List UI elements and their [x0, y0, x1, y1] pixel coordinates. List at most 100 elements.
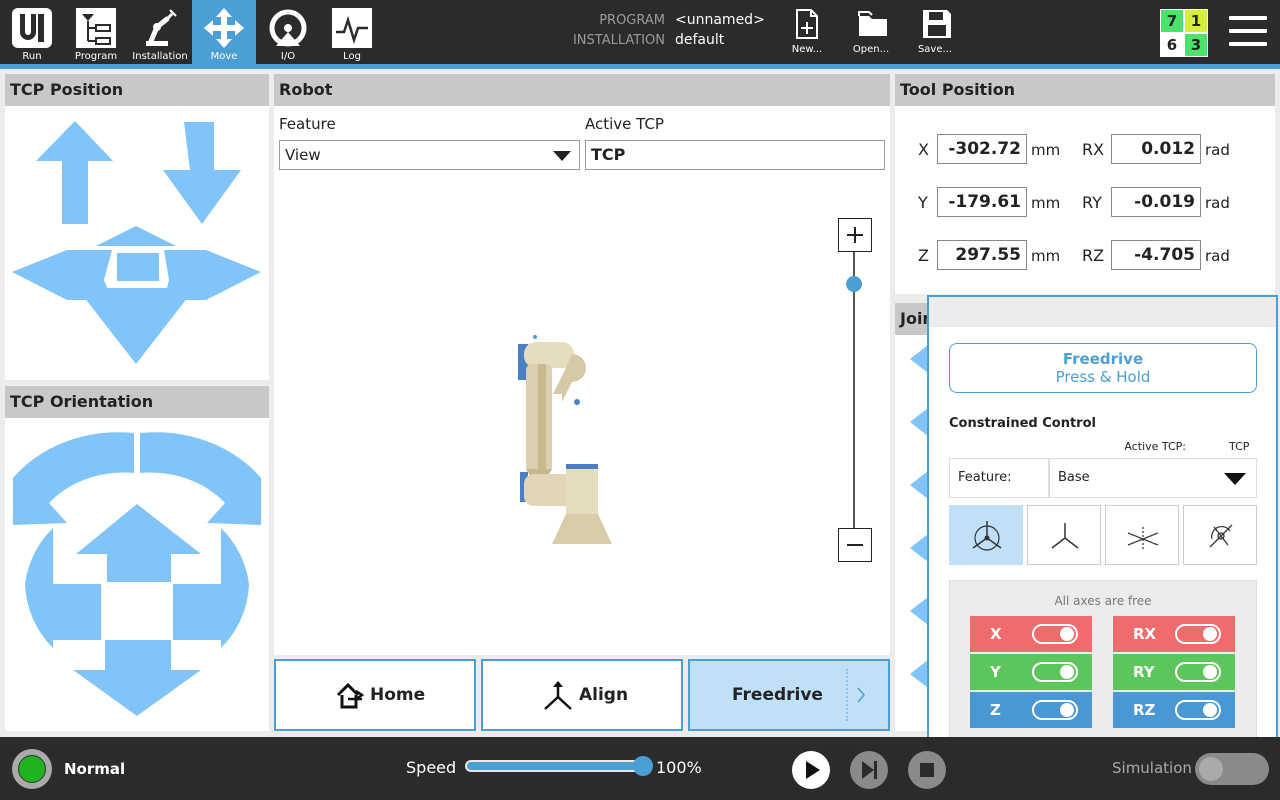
tcp-down-arrow-icon[interactable]: [163, 122, 241, 224]
joint-left-arrow-icon[interactable]: [910, 408, 928, 436]
x-unit: mm: [1031, 141, 1061, 159]
mode-free-button[interactable]: [949, 505, 1023, 565]
io-status-indicator[interactable]: 7 1 6 3: [1160, 9, 1208, 57]
axis-toggle-rz[interactable]: [1175, 700, 1221, 720]
nav-io-label: I/O: [280, 51, 296, 62]
rz-value-field[interactable]: -4.705: [1111, 240, 1201, 270]
axis-toggle-y[interactable]: [1032, 662, 1078, 682]
freedrive-subtitle: Press & Hold: [1055, 368, 1151, 386]
nav-installation[interactable]: Installation: [128, 0, 192, 64]
tcp-right-arrow-icon[interactable]: [164, 250, 261, 300]
axis-row-y: Y: [970, 654, 1092, 690]
status-indicator-button[interactable]: [12, 749, 52, 789]
axis-toggle-rx[interactable]: [1175, 624, 1221, 644]
minus-icon: [847, 544, 863, 546]
step-button[interactable]: [850, 751, 888, 789]
nav-io[interactable]: I/O: [256, 0, 320, 64]
nav-log[interactable]: Log: [320, 0, 384, 64]
translation-axes-icon: [1127, 527, 1159, 549]
simulation-toggle[interactable]: [1195, 753, 1269, 785]
stop-button[interactable]: [908, 751, 946, 789]
toggle-knob: [1060, 703, 1074, 717]
y-value-field[interactable]: -179.61: [937, 187, 1027, 217]
rz-label: RZ: [1082, 246, 1105, 265]
ry-value-field[interactable]: -0.019: [1111, 187, 1201, 217]
toggle-knob: [1060, 665, 1074, 679]
zoom-out-button[interactable]: [838, 528, 872, 562]
nav-run[interactable]: Run: [0, 0, 64, 64]
nav-run-label: Run: [22, 51, 42, 62]
x-value-field[interactable]: -302.72: [937, 134, 1027, 164]
top-navigation-bar: Run Program Installation Move I/O Log PR…: [0, 0, 1280, 64]
tcp-position-jog-pad: [12, 121, 261, 364]
joint-left-arrow-icon[interactable]: [910, 660, 928, 688]
popup-feature-dropdown[interactable]: Base: [1049, 458, 1257, 498]
nav-move[interactable]: Move: [192, 0, 256, 64]
z-value-field[interactable]: 297.55: [937, 240, 1027, 270]
io-cell: 6: [1161, 34, 1183, 56]
axis-row-x: X: [970, 616, 1092, 652]
freedrive-press-hold-button[interactable]: Freedrive Press & Hold: [949, 343, 1257, 393]
popup-feature-label: Feature:: [949, 458, 1049, 498]
tilt-forward-arrow-icon[interactable]: [76, 504, 201, 582]
zoom-slider-handle[interactable]: [846, 275, 862, 292]
mode-rotation-button[interactable]: [1183, 505, 1257, 565]
joint-left-arrow-icon[interactable]: [910, 597, 928, 625]
axis-row-rz: RZ: [1113, 692, 1235, 728]
y-label: Y: [918, 193, 928, 212]
hamburger-menu-icon: [1229, 16, 1267, 20]
rx-value-field[interactable]: 0.012: [1111, 134, 1201, 164]
align-button[interactable]: Align: [481, 659, 683, 731]
freedrive-button-label: Freedrive: [732, 685, 823, 705]
simulation-label: Simulation: [1112, 759, 1192, 777]
play-button[interactable]: [792, 751, 830, 789]
mode-plane-button[interactable]: [1027, 505, 1101, 565]
joint-left-arrow-icon[interactable]: [910, 534, 928, 562]
robot-3d-view[interactable]: [504, 324, 624, 544]
tilt-backward-arrow-icon[interactable]: [73, 640, 201, 716]
joint-left-arrow-icon[interactable]: [910, 345, 928, 373]
nav-log-label: Log: [343, 51, 361, 62]
active-tcp-field[interactable]: TCP: [585, 140, 885, 170]
popup-active-tcp-label: Active TCP:: [1124, 440, 1186, 453]
mode-translation-button[interactable]: [1105, 505, 1179, 565]
feature-dropdown[interactable]: View: [279, 140, 580, 170]
chevron-right-icon: [857, 687, 865, 703]
toggle-knob: [1203, 665, 1217, 679]
installation-label: INSTALLATION: [572, 33, 665, 48]
nav-program[interactable]: Program: [64, 0, 128, 64]
bottom-status-bar: Normal Speed 100% Simulation: [0, 737, 1280, 800]
ry-label: RY: [1082, 193, 1102, 212]
axis-toggle-z[interactable]: [1032, 700, 1078, 720]
axis-toggle-ry[interactable]: [1175, 662, 1221, 682]
speed-slider-track[interactable]: [465, 760, 645, 772]
program-tree-icon: [76, 8, 116, 48]
tcp-forward-arrow-icon[interactable]: [96, 226, 176, 246]
freedrive-button[interactable]: Freedrive: [688, 659, 890, 731]
rotate-ccw-arrow-icon[interactable]: [13, 432, 134, 525]
robot-status-text: Normal: [64, 760, 126, 778]
zoom-slider-track[interactable]: [853, 252, 855, 528]
axis-row-rx: RX: [1113, 616, 1235, 652]
axis-label: X: [990, 625, 1002, 643]
hamburger-menu-button[interactable]: [1224, 12, 1272, 52]
popup-feature-value: Base: [1058, 470, 1090, 485]
new-button[interactable]: New...: [777, 0, 837, 64]
rx-unit: rad: [1205, 141, 1230, 159]
open-button[interactable]: Open...: [841, 0, 901, 64]
chevron-down-icon: [553, 151, 571, 161]
axis-toggle-x[interactable]: [1032, 624, 1078, 644]
rotate-cw-arrow-icon[interactable]: [140, 432, 261, 525]
tcp-left-arrow-icon[interactable]: [12, 250, 112, 300]
ry-unit: rad: [1205, 194, 1230, 212]
program-label: PROGRAM: [599, 13, 665, 28]
axis-row-ry: RY: [1113, 654, 1235, 690]
tcp-up-arrow-icon[interactable]: [36, 121, 113, 224]
zoom-in-button[interactable]: [838, 218, 872, 252]
save-button[interactable]: Save...: [905, 0, 965, 64]
robot-panel: Robot Feature View Active TCP TCP: [274, 74, 890, 655]
speed-slider-handle[interactable]: [633, 756, 653, 776]
joint-left-arrow-icon[interactable]: [910, 471, 928, 499]
home-button[interactable]: Home: [274, 659, 476, 731]
robot-arm-icon: [146, 9, 177, 46]
